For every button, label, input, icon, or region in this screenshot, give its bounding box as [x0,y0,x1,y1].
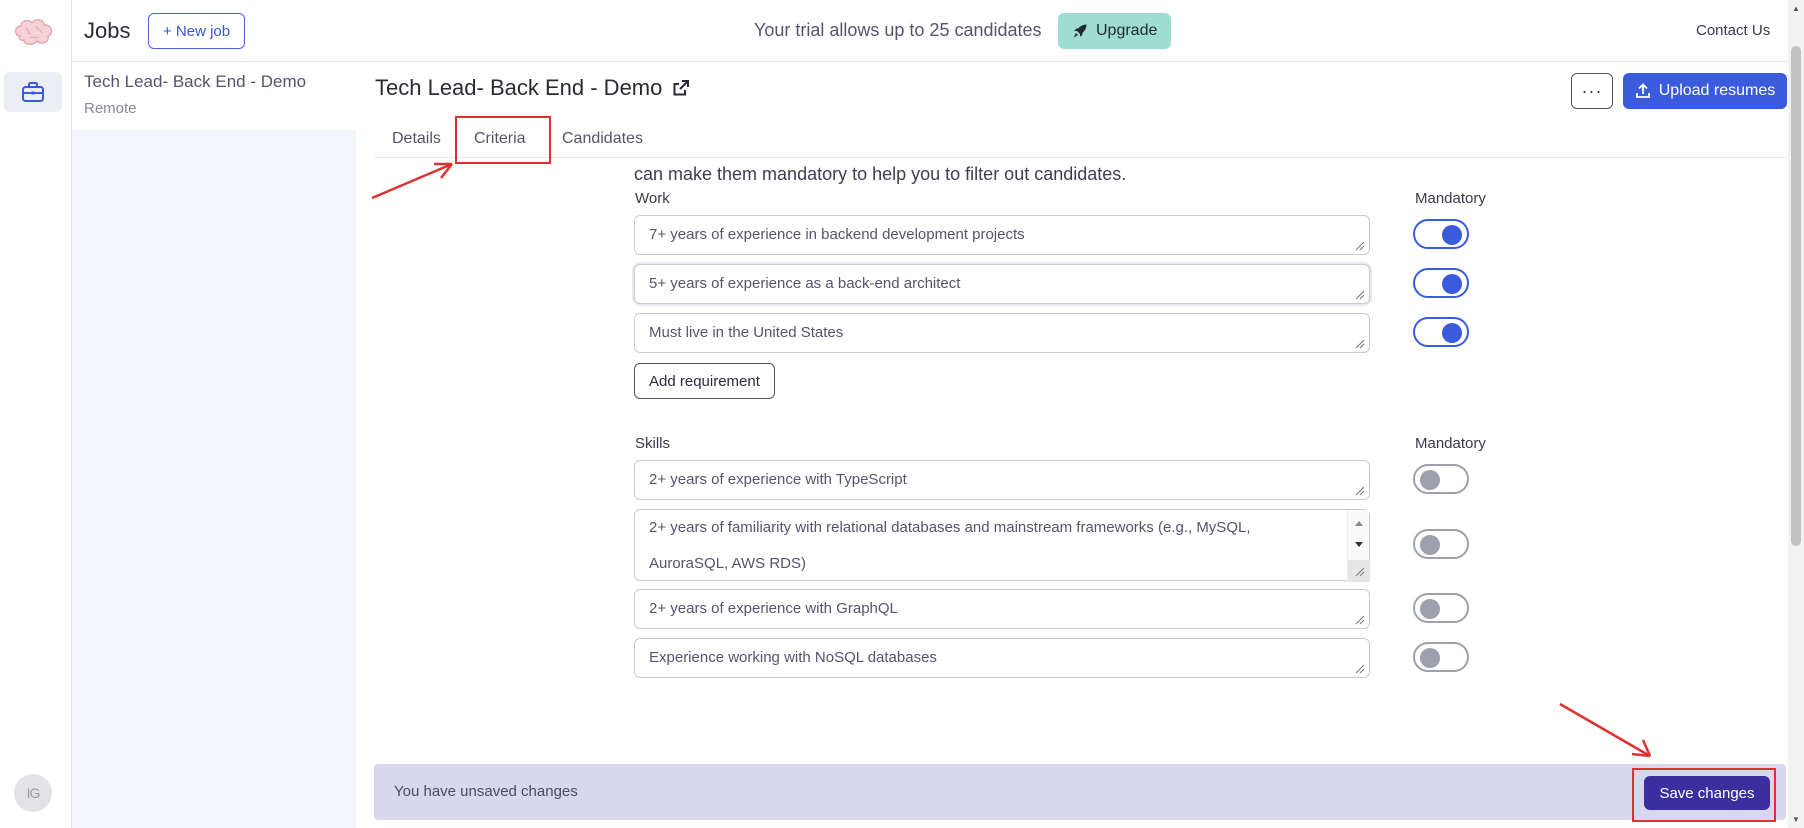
requirement-text: 2+ years of experience with TypeScript [649,471,907,488]
skill-mandatory-toggle[interactable] [1413,529,1469,559]
job-list-item-location: Remote [84,100,137,117]
toggle-knob [1420,599,1440,619]
job-tabs: Details Criteria Candidates [374,118,1786,158]
page-title: Jobs [84,18,131,43]
job-title-text: Tech Lead- Back End - Demo [375,75,663,100]
work-requirement-field[interactable]: 5+ years of experience as a back-end arc… [634,264,1370,304]
skill-mandatory-toggle[interactable] [1413,464,1469,494]
briefcase-icon [22,82,44,102]
job-list-item[interactable]: Tech Lead- Back End - Demo Remote [72,62,356,130]
scroll-up-arrow-icon[interactable]: ▲ [1792,4,1800,13]
work-mandatory-label: Mandatory [1415,190,1486,207]
top-bar: Jobs + New job Your trial allows up to 2… [72,0,1788,62]
criteria-tab-highlight [455,116,551,164]
requirement-text: 2+ years of experience with GraphQL [649,600,898,617]
tab-details[interactable]: Details [392,130,441,148]
add-requirement-button[interactable]: Add requirement [634,363,775,399]
requirement-text: 5+ years of experience as a back-end arc… [649,275,961,292]
skill-mandatory-toggle[interactable] [1413,642,1469,672]
skill-requirement-field[interactable]: Experience working with NoSQL databases [634,638,1370,678]
upload-resumes-button[interactable]: Upload resumes [1623,73,1787,109]
resize-handle-icon[interactable] [1355,339,1365,349]
left-rail: IG [0,0,72,828]
contact-us-link[interactable]: Contact Us [1696,22,1770,39]
upgrade-button[interactable]: Upgrade [1058,13,1172,49]
page-scrollbar[interactable]: ▲ ▼ [1788,0,1804,828]
scroll-up-icon[interactable] [1348,514,1370,534]
user-avatar[interactable]: IG [14,774,52,812]
skill-requirement-field[interactable]: 2+ years of experience with TypeScript [634,460,1370,500]
skill-requirement-field[interactable]: 2+ years of familiarity with relational … [634,509,1370,582]
toggle-knob [1442,274,1462,294]
jobs-nav-button[interactable] [4,72,62,112]
work-mandatory-toggle[interactable] [1413,317,1469,347]
new-job-button[interactable]: + New job [148,13,246,49]
toggle-knob [1442,323,1462,343]
unsaved-changes-message: You have unsaved changes [394,783,578,800]
tab-candidates[interactable]: Candidates [562,130,643,148]
job-title: Tech Lead- Back End - Demo [375,75,690,101]
work-mandatory-toggle[interactable] [1413,219,1469,249]
work-section-label: Work [635,190,670,207]
scroll-down-icon[interactable] [1348,534,1370,554]
skills-section-label: Skills [635,435,671,452]
requirement-text: Experience working with NoSQL databases [649,649,937,666]
toggle-knob [1420,648,1440,668]
work-requirement-field[interactable]: Must live in the United States [634,313,1370,353]
resize-handle-icon[interactable] [1355,486,1365,496]
skill-mandatory-toggle[interactable] [1413,593,1469,623]
upload-icon [1635,83,1650,98]
requirement-text-line: 2+ years of familiarity with relational … [649,519,1251,536]
rocket-icon [1073,24,1087,38]
scroll-down-arrow-icon[interactable]: ▼ [1792,815,1800,824]
job-list-empty-area [72,130,356,828]
criteria-content: can make them mandatory to help you to f… [374,158,1786,764]
toggle-knob [1420,535,1440,555]
work-requirement-field[interactable]: 7+ years of experience in backend develo… [634,215,1370,255]
requirement-text: Must live in the United States [649,324,844,341]
save-button-highlight [1632,768,1776,822]
skill-requirement-field[interactable]: 2+ years of experience with GraphQL [634,589,1370,629]
trial-notice: Your trial allows up to 25 candidates [754,20,1042,40]
skills-mandatory-label: Mandatory [1415,435,1486,452]
job-list-panel: Tech Lead- Back End - Demo Remote [72,62,356,828]
resize-handle-icon[interactable] [1355,615,1365,625]
work-mandatory-toggle[interactable] [1413,268,1469,298]
resize-handle-icon[interactable] [1355,241,1365,251]
toggle-knob [1442,225,1462,245]
resize-handle-icon[interactable] [1355,290,1365,300]
scrollbar-thumb[interactable] [1791,46,1801,546]
resize-handle-icon[interactable] [1355,664,1365,674]
toggle-knob [1420,470,1440,490]
requirement-text: 7+ years of experience in backend develo… [649,226,1025,243]
resize-handle-icon[interactable] [1355,567,1365,577]
brain-logo-icon[interactable] [12,16,56,48]
external-link-icon[interactable] [672,79,690,97]
job-list-item-name: Tech Lead- Back End - Demo [84,72,307,91]
unsaved-changes-bar: You have unsaved changes [374,764,1786,820]
upgrade-label: Upgrade [1096,22,1158,39]
requirement-text-line: AuroraSQL, AWS RDS) [649,555,806,572]
more-options-button[interactable]: ··· [1571,73,1613,109]
upload-resumes-label: Upload resumes [1658,82,1776,99]
criteria-intro-text: can make them mandatory to help you to f… [634,164,1127,184]
